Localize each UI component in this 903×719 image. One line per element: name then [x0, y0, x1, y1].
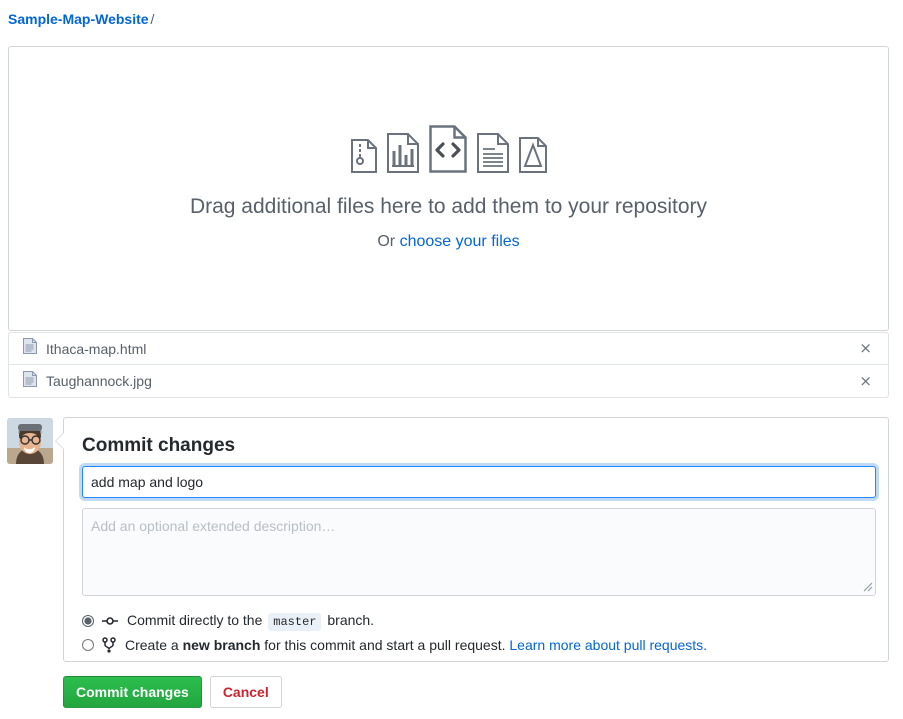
page-title: Commit changes	[82, 435, 236, 456]
create-branch-radio[interactable]	[82, 639, 94, 651]
remove-file-icon[interactable]: ×	[855, 372, 876, 391]
commit-directly-text: Commit directly to the master branch.	[127, 610, 374, 632]
pdf-file-icon	[518, 136, 547, 173]
file-name: Taughannock.jpg	[46, 373, 152, 389]
create-branch-prefix: Create a	[125, 637, 179, 653]
code-file-icon	[428, 124, 467, 173]
commit-message-input[interactable]	[82, 466, 876, 498]
text-file-icon	[476, 132, 509, 173]
uploaded-file-list: Ithaca-map.html × Taughannock.jpg ×	[8, 332, 889, 398]
create-branch-text: Create a new branch for this commit and …	[125, 635, 707, 655]
document-icon	[23, 338, 37, 359]
cancel-button[interactable]: Cancel	[209, 676, 282, 708]
create-branch-suffix: for this commit and start a pull request…	[264, 637, 506, 653]
avatar	[7, 418, 53, 464]
branch-name-badge: master	[268, 613, 322, 631]
git-branch-icon	[102, 637, 116, 653]
new-branch-emphasis: new branch	[182, 637, 261, 653]
breadcrumb: Sample-Map-Website /	[8, 9, 154, 29]
commit-directly-suffix: branch.	[327, 612, 375, 628]
archive-file-icon	[350, 138, 377, 173]
file-name: Ithaca-map.html	[46, 340, 147, 357]
file-upload-page: Sample-Map-Website / Drag additional fil…	[0, 0, 903, 719]
commit-actions: Commit changes Cancel	[63, 676, 282, 708]
commit-directly-option[interactable]: Commit directly to the master branch.	[82, 610, 374, 632]
table-row: Ithaca-map.html ×	[9, 333, 888, 365]
chart-file-icon	[386, 132, 419, 173]
dropzone-or-label: Or	[377, 232, 396, 250]
git-commit-icon	[102, 614, 118, 628]
choose-your-files-link[interactable]: choose your files	[400, 233, 520, 250]
file-dropzone[interactable]: Drag additional files here to add them t…	[8, 46, 889, 331]
file-type-icons	[350, 124, 547, 173]
create-new-branch-option[interactable]: Create a new branch for this commit and …	[82, 635, 707, 655]
table-row: Taughannock.jpg ×	[9, 365, 888, 397]
commit-directly-prefix: Commit directly to the	[127, 612, 263, 628]
document-icon	[23, 370, 37, 392]
commit-description-textarea[interactable]	[82, 508, 876, 596]
remove-file-icon[interactable]: ×	[855, 339, 876, 358]
commit-directly-radio[interactable]	[82, 615, 94, 627]
commit-changes-panel: Commit changes Commit directly to the ma…	[55, 417, 889, 662]
breadcrumb-repo-link[interactable]: Sample-Map-Website	[8, 11, 149, 27]
dropzone-choose-row: Or choose your files	[377, 231, 519, 253]
dropzone-message: Drag additional files here to add them t…	[189, 194, 708, 218]
commit-changes-button[interactable]: Commit changes	[63, 676, 202, 708]
breadcrumb-separator: /	[150, 11, 155, 27]
learn-more-pull-requests-link[interactable]: Learn more about pull requests.	[509, 637, 707, 653]
